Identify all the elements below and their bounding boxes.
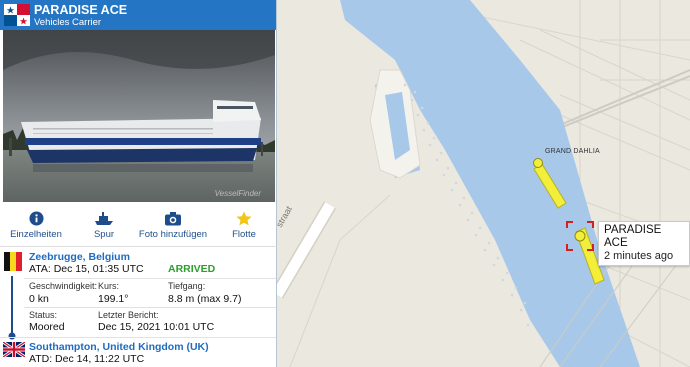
action-bar: Einzelheiten Spur Foto hinzufügen Flotte <box>0 205 277 247</box>
vessel-type: Vehicles Carrier <box>34 17 102 28</box>
arrived-status-badge: ARRIVED <box>168 263 216 275</box>
speed-label: Geschwindigkeit: <box>29 281 98 291</box>
panama-flag-icon <box>4 4 30 26</box>
course-value: 199.1° <box>98 293 129 305</box>
vessel-name: PARADISE ACE <box>34 3 128 17</box>
status-details: Status: Moored Letzter Bericht: Dec 15, … <box>0 310 277 338</box>
add-photo-button[interactable]: Foto hinzufügen <box>136 211 210 240</box>
draught-label: Tiefgang: <box>168 281 206 291</box>
arrival-section: Zeebrugge, Belgium ATA: Dec 15, 01:35 UT… <box>0 251 277 277</box>
belgium-flag-icon <box>4 252 22 271</box>
arrival-port-link[interactable]: Zeebrugge, Belgium <box>29 251 130 263</box>
vessel-photo-image <box>3 30 275 202</box>
camera-icon <box>165 212 181 226</box>
track-button[interactable]: Spur <box>84 211 124 240</box>
uk-flag-icon <box>3 342 25 357</box>
fleet-button[interactable]: Flotte <box>224 211 264 240</box>
info-icon <box>28 211 44 226</box>
speed-value: 0 kn <box>29 293 49 305</box>
navigation-details: Geschwindigkeit: 0 kn Kurs: 199.1° Tiefg… <box>0 281 277 309</box>
course-label: Kurs: <box>98 281 120 291</box>
photo-watermark: VesselFinder <box>214 189 261 198</box>
draught-value: 8.8 m (max 9.7) <box>168 293 242 305</box>
selected-vessel-label[interactable]: PARADISE ACE 2 minutes ago <box>598 221 690 266</box>
details-label: Einzelheiten <box>10 229 62 240</box>
track-label: Spur <box>93 229 115 240</box>
vessel-header: PARADISE ACE Vehicles Carrier <box>0 0 276 30</box>
add-photo-label: Foto hinzufügen <box>138 229 208 240</box>
star-icon <box>236 211 252 226</box>
status-value: Moored <box>29 321 65 333</box>
last-report-label: Letzter Bericht: <box>98 310 159 320</box>
last-report-value: Dec 15, 2021 10:01 UTC <box>98 321 215 333</box>
other-vessel-label[interactable]: GRAND DAHLIA <box>545 148 600 155</box>
departure-section: Southampton, United Kingdom (UK) ATD: De… <box>0 340 277 367</box>
departure-port-link[interactable]: Southampton, United Kingdom (UK) <box>29 341 209 353</box>
details-button[interactable]: Einzelheiten <box>8 211 64 240</box>
fleet-label: Flotte <box>232 229 256 240</box>
status-label: Status: <box>29 310 58 320</box>
ship-icon <box>95 212 113 225</box>
departure-time: ATD: Dec 14, 11:22 UTC <box>29 353 145 365</box>
vessel-info-panel: PARADISE ACE Vehicles Carrier VesselFind… <box>0 0 277 367</box>
vessel-photo[interactable]: VesselFinder <box>3 30 275 202</box>
selected-vessel-name: PARADISE ACE <box>604 224 662 249</box>
selected-vessel-age: 2 minutes ago <box>604 250 674 262</box>
arrival-time: ATA: Dec 15, 01:35 UTC <box>29 263 144 275</box>
